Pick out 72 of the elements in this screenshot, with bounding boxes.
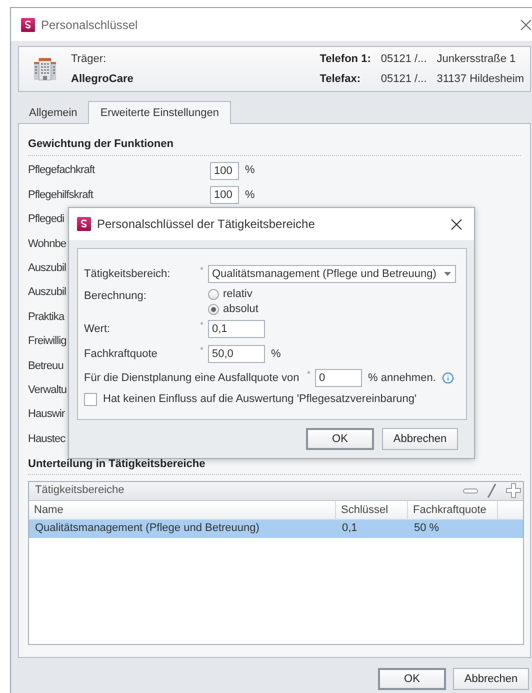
function-label: Praktika — [28, 310, 64, 325]
radio-label: relativ — [223, 287, 252, 302]
dialog-title: Personalschlüssel der Tätigkeitsbereiche — [97, 216, 315, 233]
dropdown-caret-icon — [444, 272, 451, 276]
required-mark: * — [307, 368, 312, 381]
app-logo-icon — [77, 217, 91, 231]
function-label: Hauswir — [28, 407, 65, 422]
function-label: Verwaltu — [28, 382, 67, 398]
table-title: Tätigkeitsbereiche — [35, 483, 124, 498]
carrier-label: Träger: — [71, 52, 108, 67]
percent-unit: % — [245, 163, 255, 178]
function-label: Pflegedi — [28, 212, 64, 228]
building-icon — [32, 57, 58, 81]
plus-icon[interactable] — [506, 483, 521, 498]
street-text: Junkersstraße 1 — [436, 52, 517, 67]
cancel-button[interactable]: Abbrechen — [382, 428, 458, 450]
absence-rate-input[interactable]: 0 — [315, 369, 362, 387]
weight-input[interactable]: 100 — [210, 186, 239, 204]
function-label: Freiwillig — [28, 334, 66, 350]
close-icon[interactable] — [520, 18, 532, 30]
function-label: Betreuu — [28, 358, 64, 374]
table-cell-text: 0,1 — [341, 521, 358, 536]
pencil-icon[interactable] — [487, 483, 497, 498]
window-title: Personalschlüssel — [41, 16, 138, 34]
column-header[interactable]: Name — [29, 500, 336, 519]
city-text: 31137 Hildesheim — [436, 72, 524, 86]
close-icon[interactable] — [451, 218, 462, 230]
checkbox-label: Hat keinen Einfluss auf die Auswertung 'Pflegesatzvereinbarung' — [103, 392, 417, 407]
absence-rate-text: Für die Dienstplanung eine Ausfallquote von — [84, 370, 300, 386]
radio-label: absolut — [223, 302, 258, 318]
column-header[interactable]: Fachkraftquote — [408, 500, 498, 519]
radio-button[interactable] — [208, 304, 219, 315]
ok-button[interactable]: OK — [378, 668, 446, 690]
percent-unit: % — [245, 188, 255, 203]
column-header[interactable]: Schlüssel — [336, 500, 408, 519]
radio-button[interactable] — [208, 289, 219, 300]
weight-input[interactable]: 100 — [210, 162, 239, 180]
minus-icon[interactable] — [463, 486, 478, 495]
required-mark: * — [200, 344, 205, 357]
area-dropdown[interactable]: Qualitätsmanagement (Pflege und Betreuung) — [208, 265, 456, 283]
checkbox[interactable] — [84, 392, 97, 406]
tab[interactable]: Erweiterte Einstellungen — [88, 101, 231, 124]
function-label: Haustec — [28, 432, 66, 447]
section-title: Gewichtung der Funktionen — [28, 136, 521, 156]
function-label: Pflegefachkraft — [28, 163, 95, 178]
function-label: Wohnbe — [28, 236, 66, 252]
field-label: Wert: — [84, 322, 112, 337]
phone-value: 05121 /... — [380, 52, 427, 67]
app-logo-icon — [21, 18, 35, 32]
field-label: Berechnung: — [84, 289, 148, 304]
tab[interactable]: Allgemein — [18, 103, 88, 123]
cancel-button[interactable]: Abbrechen — [453, 668, 529, 690]
required-mark: * — [200, 264, 205, 277]
required-mark: * — [200, 319, 205, 332]
table-row[interactable]: Qualitätsmanagement (Pflege und Betreuung) 0,1 50 % — [29, 520, 523, 538]
carrier-name: AllegroCare — [71, 72, 134, 86]
absence-rate-suffix: % annehmen. — [368, 370, 436, 386]
field-label: Tätigkeitsbereich: — [84, 266, 172, 282]
field-label: Fachkraftquote — [84, 346, 158, 362]
info-icon[interactable] — [442, 372, 454, 384]
phone-label: Telefon 1: — [320, 52, 371, 67]
fax-value: 05121 /... — [380, 72, 427, 86]
quota-input[interactable]: 50,0 — [208, 345, 265, 363]
fax-label: Telefax: — [320, 72, 362, 86]
percent-unit: % — [271, 346, 281, 362]
function-label: Auszubil — [28, 261, 66, 276]
function-label: Pflegehilfskraft — [28, 188, 93, 203]
ok-button[interactable]: OK — [306, 428, 374, 450]
function-label: Auszubil — [28, 285, 66, 300]
value-input[interactable]: 0,1 — [208, 320, 265, 338]
table-cell-text: 50 % — [413, 521, 440, 536]
table-cell-text: Qualitätsmanagement (Pflege und Betreuung) — [34, 521, 260, 536]
